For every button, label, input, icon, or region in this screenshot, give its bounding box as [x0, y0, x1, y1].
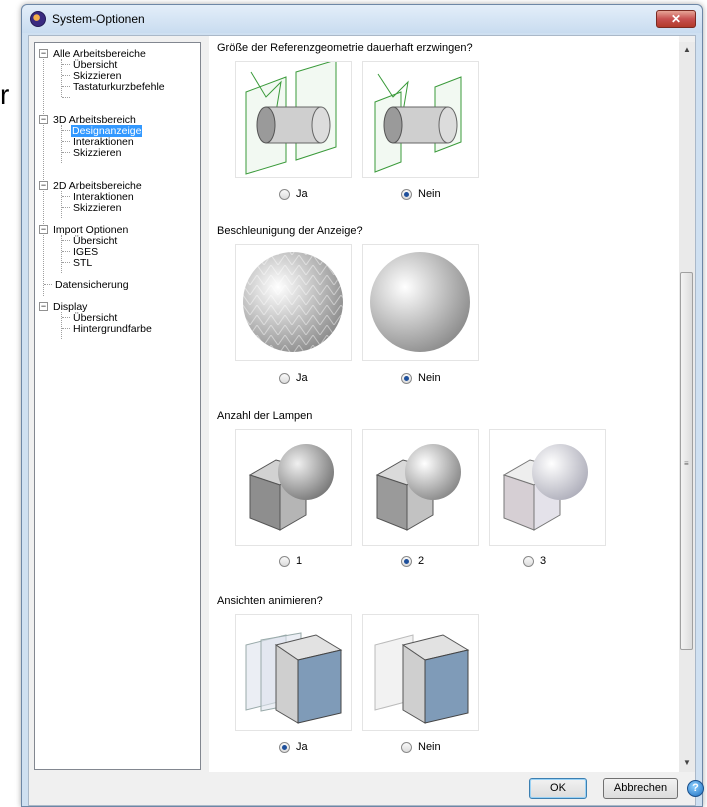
radio-lamps-1[interactable]: 1 [279, 555, 302, 568]
background-text: r [0, 79, 10, 110]
radio-label: 2 [418, 555, 425, 567]
tree-line [62, 152, 70, 153]
radio-acceleration-nein[interactable]: Nein [401, 372, 441, 385]
radio-icon [279, 373, 290, 384]
radio-label: Ja [296, 372, 308, 384]
cube-sphere-image [248, 444, 334, 531]
section-title-reference-geometry: Größe der Referenzgeometrie dauerhaft er… [217, 42, 473, 54]
tree-item-datensicherung[interactable]: Datensicherung [54, 279, 130, 291]
scroll-up-icon[interactable]: ▲ [683, 45, 691, 54]
radio-selected-icon [401, 373, 412, 384]
cylinder-with-planes-image [245, 59, 337, 175]
section-title-lamps: Anzahl der Lampen [217, 410, 313, 422]
radio-animate-ja[interactable]: Ja [279, 741, 308, 754]
tree-line [44, 284, 52, 285]
window-title: System-Optionen [52, 12, 145, 26]
radio-label: Nein [418, 741, 441, 753]
tree-item-skizzieren[interactable]: Skizzieren [72, 147, 122, 159]
preview-image-animate-ja [235, 614, 352, 731]
radio-selected-icon [279, 742, 290, 753]
scrollbar-thumb[interactable]: ≡ [680, 272, 693, 650]
tree-item-tastaturkurzbefehle[interactable]: Tastaturkurzbefehle [72, 81, 166, 93]
collapse-toggle-icon[interactable]: − [39, 181, 48, 190]
tree-line [62, 97, 70, 98]
section-title-acceleration: Beschleunigung der Anzeige? [217, 225, 363, 237]
tree-line [43, 59, 44, 296]
radio-ref-geometry-ja[interactable]: Ja [279, 188, 308, 201]
tree-line [62, 251, 70, 252]
tree-line [62, 86, 70, 87]
preview-image-lamps-2 [362, 429, 479, 546]
cube-sphere-image [502, 444, 588, 531]
collapse-toggle-icon[interactable]: − [39, 115, 48, 124]
preview-image-lamps-1 [235, 429, 352, 546]
preview-image-ref-geometry-ja [235, 59, 352, 178]
radio-acceleration-ja[interactable]: Ja [279, 372, 308, 385]
app-logo-icon [30, 11, 46, 27]
tree-line [62, 328, 70, 329]
animated-cube-image [245, 632, 343, 724]
radio-label: 1 [296, 555, 303, 567]
tree-line [62, 262, 70, 263]
cylinder-with-small-planes-image [374, 73, 462, 173]
radio-ref-geometry-nein[interactable]: Nein [401, 188, 441, 201]
radio-label: Ja [296, 741, 308, 753]
preview-image-ref-geometry-nein [362, 61, 479, 178]
preview-image-acceleration-nein [362, 244, 479, 361]
tree-line [62, 196, 70, 197]
title-bar[interactable]: System-Optionen ✕ [22, 5, 702, 33]
options-tree[interactable]: − − − − − Alle Arbeitsbereiche Übersicht… [34, 42, 201, 770]
tree-line [62, 240, 70, 241]
radio-icon [279, 189, 290, 200]
section-title-animate-views: Ansichten animieren? [217, 595, 323, 607]
radio-lamps-2[interactable]: 2 [401, 555, 424, 568]
cube-image [374, 634, 470, 724]
radio-label: Ja [296, 188, 308, 200]
tree-line [62, 317, 70, 318]
radio-label: Nein [418, 372, 441, 384]
tree-item-stl[interactable]: STL [72, 257, 93, 269]
preview-image-animate-nein [362, 614, 479, 731]
collapse-toggle-icon[interactable]: − [39, 225, 48, 234]
smooth-sphere-image [370, 252, 470, 352]
faceted-sphere-image [243, 252, 343, 352]
ok-button[interactable]: OK [529, 778, 587, 799]
cube-sphere-image [375, 444, 461, 531]
grip-icon: ≡ [684, 459, 689, 468]
radio-label: 3 [540, 555, 547, 567]
radio-icon [523, 556, 534, 567]
collapse-toggle-icon[interactable]: − [39, 302, 48, 311]
tree-line [62, 64, 70, 65]
preview-image-lamps-3 [489, 429, 606, 546]
scroll-down-icon[interactable]: ▼ [683, 758, 691, 767]
vertical-scrollbar[interactable]: ▲ ≡ ▼ [679, 42, 695, 772]
radio-animate-nein[interactable]: Nein [401, 741, 441, 754]
radio-icon [401, 742, 412, 753]
tree-line [62, 75, 70, 76]
radio-label: Nein [418, 188, 441, 200]
radio-lamps-3[interactable]: 3 [523, 555, 546, 568]
cancel-button[interactable]: Abbrechen [603, 778, 678, 799]
options-panel[interactable]: Größe der Referenzgeometrie dauerhaft er… [209, 36, 679, 772]
dialog-client: − − − − − Alle Arbeitsbereiche Übersicht… [28, 35, 704, 806]
tree-line [62, 141, 70, 142]
tree-item-skizzieren[interactable]: Skizzieren [72, 202, 122, 214]
system-options-window: System-Optionen ✕ − − − − − Alle Arbeits… [21, 4, 704, 807]
tree-line [62, 207, 70, 208]
radio-selected-icon [401, 189, 412, 200]
radio-icon [279, 556, 290, 567]
tree-item-hintergrundfarbe[interactable]: Hintergrundfarbe [72, 323, 153, 335]
radio-selected-icon [401, 556, 412, 567]
collapse-toggle-icon[interactable]: − [39, 49, 48, 58]
preview-image-acceleration-ja [235, 244, 352, 361]
close-button[interactable]: ✕ [656, 10, 696, 28]
help-icon[interactable]: ? [687, 780, 704, 797]
tree-line [62, 130, 70, 131]
